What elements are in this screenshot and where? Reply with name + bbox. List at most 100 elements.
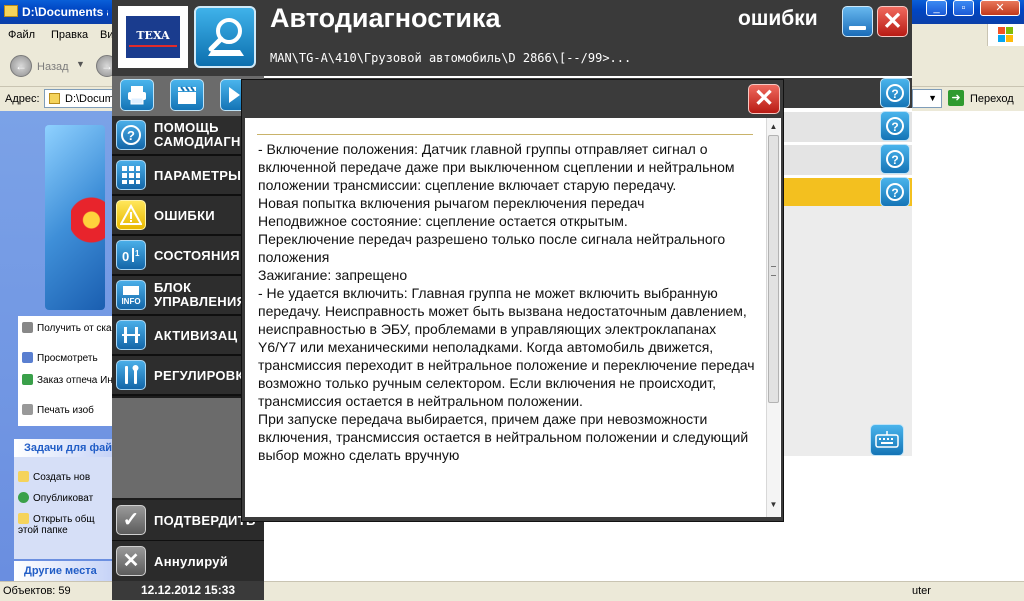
divider [257,134,753,135]
file-tasks-header[interactable]: Задачи для фай [14,439,112,457]
minimize-button[interactable] [842,6,873,37]
scrollbar-thumb[interactable] [768,135,779,403]
explorer-file-list [912,111,1024,581]
dialog-body: - Включение положения: Датчик главной гр… [245,118,781,517]
address-input[interactable]: D:\Docum [44,89,114,108]
explorer-maximize-button[interactable]: ▫ [953,0,974,16]
task-scanner[interactable]: Получить от сканера [22,322,112,334]
task-order-prints[interactable]: Заказ отпеча Интернет [22,374,112,386]
explorer-title: D:\Documents and [22,5,108,19]
svg-text:INFO: INFO [121,297,140,306]
keyboard-icon [875,431,899,448]
description-paragraph: - Не удается включить: Главная группа не… [258,285,755,409]
status-object-count: Объектов: 59 [3,585,71,597]
slideshow-icon [22,352,33,363]
app-header: TEXA Автодиагностика MAN\TG-A\410\Грузов… [112,0,912,76]
states-icon: 01 [116,240,146,270]
close-icon: ✕ [882,8,903,35]
svg-text:?: ? [891,120,898,134]
task-publish[interactable]: Опубликоват [18,492,108,504]
close-button[interactable]: ✕ [877,6,908,37]
go-arrow-icon: ➜ [948,90,964,106]
description-paragraph: При запуске передача выбирается, причем … [258,411,749,463]
address-label: Адрес: [5,93,40,105]
cancel-x-icon: ✕ [116,546,146,576]
nav-label: СОСТОЯНИЯ [154,248,240,263]
status-location: uter [912,585,931,597]
folder-preview-image [45,125,105,310]
nav-label: ПОМОЩЬ САМОДИАГН [154,120,241,149]
svg-text:?: ? [891,186,898,200]
task-share[interactable]: Открыть общ этой папке [18,513,98,536]
record-button[interactable] [170,79,204,111]
app-title: Автодиагностика [270,3,501,33]
description-paragraph: - Включение положения: Датчик главной гр… [258,141,735,193]
date-time: 12.12.2012 15:33 [112,581,264,600]
task-slideshow[interactable]: Просмотреть [22,352,112,364]
globe-icon [18,492,29,503]
cancel-button[interactable]: ✕ Аннулируй [112,541,264,583]
help-circle-icon: ? [116,120,146,150]
error-description-text: - Включение положения: Датчик главной гр… [258,140,756,516]
tools-icon [116,360,146,390]
explorer-minimize-button[interactable]: _ [926,0,947,16]
nav-label: БЛОК УПРАВЛЕНИЯ [154,280,247,309]
folder-icon [49,93,60,104]
description-paragraph: Переключение передач разрешено только по… [258,231,726,265]
printer-icon [22,404,33,415]
address-value: D:\Docum [65,93,114,105]
back-label[interactable]: Назад [37,61,69,73]
svg-text:?: ? [891,87,898,101]
globe-icon [22,374,33,385]
menu-file[interactable]: Файл [8,29,35,41]
info-icon: INFO [116,280,146,310]
magnifier-car-icon [208,18,244,56]
go-label: Переход [970,93,1014,105]
other-places-header[interactable]: Другие места [14,561,112,581]
nav-label: РЕГУЛИРОВК [154,368,244,383]
checkmark-icon: ✓ [116,505,146,535]
play-icon [229,87,240,103]
flower-image [71,185,105,255]
explorer-close-button[interactable]: ✕ [980,0,1020,16]
dialog-scrollbar[interactable]: ▲ ▼ [766,118,780,517]
print-button[interactable] [120,79,154,111]
keyboard-button[interactable] [870,424,904,456]
warning-icon [116,200,146,230]
dialog-close-button[interactable]: ✕ [748,84,780,114]
task-print[interactable]: Печать изоб [22,404,112,416]
description-paragraph: Неподвижное состояние: сцепление остаетс… [258,213,628,229]
svg-text:0: 0 [122,249,129,264]
help-button[interactable]: ? [880,111,910,141]
help-circle-icon: ? [886,117,904,135]
help-button[interactable]: ? [880,78,910,108]
back-dropdown-icon[interactable]: ▼ [76,59,85,69]
new-folder-icon [18,471,29,482]
scanner-icon [22,322,33,333]
help-button[interactable]: ? [880,177,910,207]
scroll-down-arrow-icon[interactable]: ▼ [767,500,780,510]
back-arrow-icon[interactable]: ← [10,55,32,77]
menu-edit[interactable]: Правка [51,29,88,41]
help-circle-icon: ? [886,183,904,201]
svg-text:1: 1 [135,249,140,258]
address-dropdown[interactable]: ▼ [912,89,942,108]
task-new-folder[interactable]: Создать нов [18,471,108,483]
help-button[interactable]: ? [880,144,910,174]
file-tasks-panel: Создать нов Опубликоват Открыть общ этой… [14,457,112,559]
error-description-dialog: ✕ - Включение положения: Датчик главной … [241,79,784,522]
svg-text:?: ? [891,153,898,167]
search-button[interactable] [194,6,256,68]
current-mode-label: ошибки [738,7,818,30]
grid-icon [116,160,146,190]
svg-text:?: ? [127,128,135,143]
scroll-up-arrow-icon[interactable]: ▲ [767,122,780,132]
minimize-icon [849,26,866,30]
texa-logo: TEXA [118,6,188,68]
explorer-task-pane: Получить от сканера Просмотреть Заказ от… [0,111,112,581]
nav-label: АКТИВИЗАЦ [154,328,238,343]
chevron-down-icon: ▼ [928,93,937,103]
shared-folder-icon [18,513,29,524]
close-icon: ✕ [753,85,775,112]
go-button[interactable]: ➜ Переход [948,90,1024,108]
